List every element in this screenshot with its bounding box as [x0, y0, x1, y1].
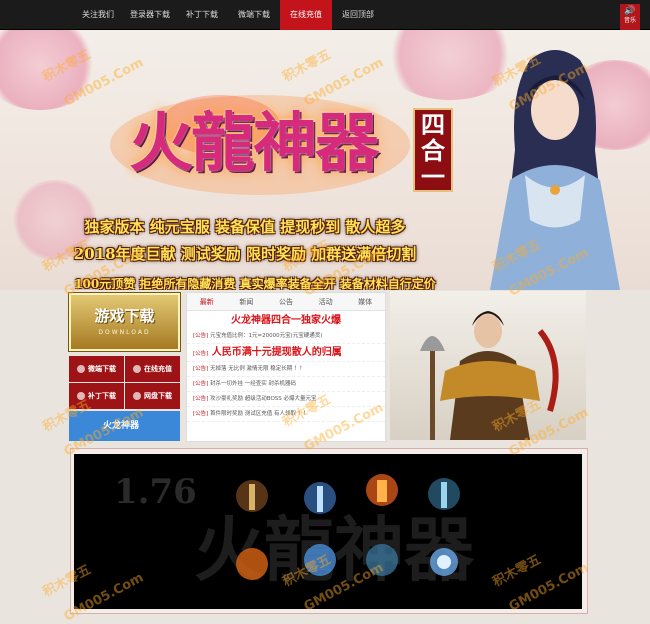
download-icon [77, 365, 85, 373]
game-download-button[interactable]: 游戏下载 DOWNLOAD [69, 293, 180, 351]
tab-media[interactable]: 媒体 [345, 293, 385, 310]
version-watermark: 1.76 [114, 472, 197, 512]
news-item[interactable]: [公告] 封杀一切外挂 一经查实 封杀机器码 [187, 377, 385, 392]
nav-launcher-download[interactable]: 登录器下载 [124, 0, 176, 30]
microclient-download-link[interactable]: 微端下载 [69, 356, 124, 382]
ice-figure-icon [304, 544, 336, 576]
tab-latest[interactable]: 最新 [187, 293, 227, 310]
tab-events[interactable]: 活动 [306, 293, 346, 310]
dragon-figure-icon [366, 474, 398, 506]
nav-back-to-top[interactable]: 返回顶部 [332, 0, 384, 30]
mage-figure-icon [304, 482, 336, 514]
nav-follow-us[interactable]: 关注我们 [72, 0, 124, 30]
slogan-line-3: 100元顶赞 拒绝所有隐藏消费 真实爆率装备全开 装备材料自行定价 [74, 277, 436, 290]
sound-toggle-button[interactable]: 🔊 音乐 [620, 4, 640, 30]
tab-news[interactable]: 新闻 [227, 293, 267, 310]
class-showcase: 1.76 火龍神器 [74, 454, 582, 609]
patch-download-link[interactable]: 补丁下载 [69, 383, 124, 409]
tab-announcements[interactable]: 公告 [266, 293, 306, 310]
news-item[interactable]: [公告] 首件限时奖励 测试区充值 有人领取 ！！ [187, 407, 385, 422]
news-item[interactable]: [公告] 无掉落 无比例 激情无限 稳定长期 ！！ [187, 362, 385, 377]
warrior-artwork [390, 291, 586, 440]
download-subtitle: DOWNLOAD [98, 329, 151, 336]
edition-badge: 四合一 [413, 108, 453, 192]
taoist-figure-icon [428, 478, 460, 510]
cloud-icon [133, 392, 141, 400]
news-item[interactable]: [公告] 攻沙豪礼奖励 超级活动BOSS 必爆大量元宝 [187, 392, 385, 407]
news-item[interactable]: [公告] 人民币满十元提现散人的归属 [187, 344, 385, 362]
speaker-icon: 🔊 [624, 6, 636, 16]
sound-label: 音乐 [623, 17, 636, 24]
nav-microclient-download[interactable]: 微端下载 [228, 0, 280, 30]
quick-links: 微端下载 在线充值 补丁下载 网盘下载 [69, 356, 180, 409]
patch-icon [77, 392, 85, 400]
slogan-line-2: 2018年度巨献 测试奖励 限时奖励 加群送满倍切割 [73, 245, 417, 263]
nav-menu: 关注我们 登录器下载 补丁下载 微端下载 在线充值 返回顶部 [72, 0, 384, 30]
nav-online-recharge[interactable]: 在线充值 [280, 0, 332, 30]
side-tab-game[interactable]: 火龙神器 [69, 411, 180, 441]
fire-figure-icon [236, 548, 268, 580]
orb-figure-icon [430, 548, 458, 576]
netdisk-download-link[interactable]: 网盘下载 [125, 383, 180, 409]
download-title: 游戏下载 [94, 307, 155, 325]
warrior-figure-icon [236, 480, 268, 512]
news-tabs: 最新 新闻 公告 活动 媒体 [187, 293, 385, 311]
coin-icon [133, 365, 141, 373]
slogan-line-1: 独家版本 纯元宝服 装备保值 提现秒到 散人超多 [84, 218, 406, 236]
top-nav-bar: 关注我们 登录器下载 补丁下载 微端下载 在线充值 返回顶部 🔊 音乐 [0, 0, 650, 30]
wing-figure-icon [366, 544, 398, 576]
game-logo: 火龍神器 [129, 106, 379, 181]
news-headline[interactable]: 火龙神器四合一独家火爆 [187, 313, 385, 329]
online-recharge-link[interactable]: 在线充值 [125, 356, 180, 382]
nav-patch-download[interactable]: 补丁下载 [176, 0, 228, 30]
news-panel: 最新 新闻 公告 活动 媒体 火龙神器四合一独家火爆 [公告] 元宝充值比例：1… [186, 292, 386, 442]
news-item[interactable]: [公告] 元宝充值比例：1元=20000元宝(元宝硬通货) [187, 329, 385, 344]
hero-banner: 火龍神器 四合一 独家版本 纯元宝服 装备保值 提现秒到 散人超多 2018年度… [0, 30, 650, 290]
